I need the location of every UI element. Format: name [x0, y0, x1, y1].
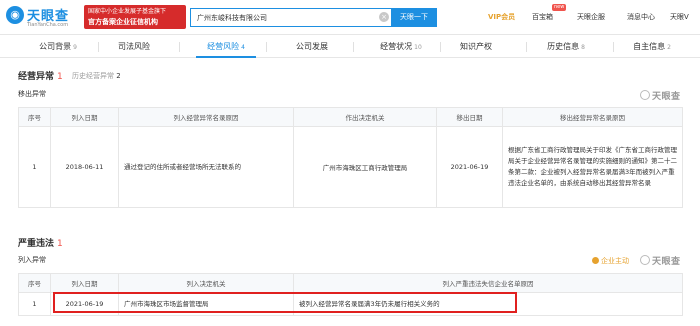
row-number: 1 — [18, 126, 51, 208]
banner-line-1: 国家中小企业发展子基金旗下 — [88, 8, 167, 15]
abnormal-table: 序号 列入日期 列入经营异常名录原因 作出决定机关 移出日期 移出经营异常名录原… — [18, 107, 683, 208]
tab-divider — [526, 42, 527, 52]
tab-label: 公司发展 — [296, 42, 328, 51]
tab-label: 历史信息 — [547, 42, 580, 51]
watermark-eye-icon — [640, 90, 650, 100]
row-number: 1 — [18, 292, 51, 316]
tab-company-background[interactable]: 公司背景 9 — [28, 36, 88, 58]
nav-user[interactable]: 天眼V — [670, 12, 689, 22]
tab-judicial-risk[interactable]: 司法风险 — [108, 36, 160, 58]
authority: 广州市海珠区工商行政管理局 — [293, 126, 437, 208]
table-header-row: 序号 列入日期 列入经营异常名录原因 作出决定机关 移出日期 移出经营异常名录原… — [18, 107, 683, 127]
listed-abnormal-subtitle: 列入异常 — [18, 256, 46, 264]
section-count: 1 — [57, 72, 63, 82]
section-tabs: 公司背景 9 司法风险 经营风险 4 公司发展 经营状况 10 知识产权 历史信息 8 … — [0, 36, 700, 58]
coin-icon — [592, 257, 599, 264]
lead-button-label: 企业主动 — [601, 257, 629, 265]
column-header: 作出决定机关 — [293, 107, 437, 127]
column-header: 序号 — [18, 273, 51, 293]
new-badge: new — [552, 4, 567, 11]
history-link-label: 历史经营异常 — [72, 72, 114, 80]
section-count: 1 — [57, 239, 63, 249]
tab-label: 自主信息 — [633, 42, 666, 51]
tab-count: 8 — [581, 44, 585, 51]
column-header: 列入严重违法失信企业名单原因 — [293, 273, 683, 293]
column-header: 列入经营异常名录原因 — [118, 107, 294, 127]
site-logo[interactable]: ◉ 天眼查 TianYanCha.com — [6, 5, 84, 31]
certification-banner[interactable]: 国家中小企业发展子基金旗下 官方备案企业征信机构 — [84, 5, 186, 29]
watermark-text: 天眼查 — [652, 257, 681, 267]
history-link-count: 2 — [116, 72, 121, 80]
watermark-eye-icon — [640, 255, 650, 265]
tab-count: 4 — [241, 44, 245, 51]
history-abnormal-link[interactable]: 历史经营异常 2 — [72, 71, 121, 81]
table-row: 1 2018-06-11 通过登记的住所或者经营场所无法联系的 广州市海珠区工商… — [18, 126, 683, 208]
tab-divider — [613, 42, 614, 52]
watermark-text: 天眼查 — [652, 92, 681, 102]
column-header: 列入决定机关 — [118, 273, 294, 293]
tianyancha-watermark: 天眼查 — [640, 254, 681, 267]
top-header: ◉ 天眼查 TianYanCha.com 国家中小企业发展子基金旗下 官方备案企… — [0, 0, 700, 35]
section-title-text: 严重违法 — [18, 239, 55, 249]
serious-violation-title: 严重违法 1 — [18, 236, 63, 249]
search-box: × 天眼一下 — [190, 8, 437, 27]
tab-label: 知识产权 — [460, 42, 492, 51]
tab-count: 10 — [414, 44, 422, 51]
search-button[interactable]: 天眼一下 — [391, 8, 437, 27]
column-header: 列入日期 — [50, 273, 119, 293]
table-header-row: 序号 列入日期 列入决定机关 列入严重违法失信企业名单原因 — [18, 273, 683, 293]
nav-toolbox[interactable]: 百宝箱 — [532, 12, 553, 22]
tab-operating-status[interactable]: 经营状况 10 — [370, 36, 432, 58]
tab-divider — [266, 42, 267, 52]
tianyancha-watermark: 天眼查 — [640, 89, 681, 102]
date-in: 2018-06-11 — [50, 126, 119, 208]
date-out: 2021-06-19 — [436, 126, 503, 208]
tab-divider — [353, 42, 354, 52]
column-header: 移出日期 — [436, 107, 503, 127]
clear-icon[interactable]: × — [379, 12, 389, 22]
logo-eye-icon: ◉ — [6, 6, 24, 24]
logo-url: TianYanCha.com — [27, 22, 69, 28]
section-title-text: 经营异常 — [18, 72, 55, 82]
tab-divider — [440, 42, 441, 52]
column-header: 移出经营异常名录原因 — [502, 107, 683, 127]
tab-operating-risk[interactable]: 经营风险 4 — [196, 36, 256, 58]
tab-divider — [98, 42, 99, 52]
tab-intellectual-property[interactable]: 知识产权 — [450, 36, 502, 58]
removed-abnormal-subtitle: 移出异常 — [18, 90, 46, 98]
column-header: 序号 — [18, 107, 51, 127]
proactive-company-button[interactable]: 企业主动 — [592, 256, 629, 266]
tab-label: 司法风险 — [118, 42, 150, 51]
column-header: 列入日期 — [50, 107, 119, 127]
tab-divider — [179, 42, 180, 52]
search-input[interactable] — [191, 9, 389, 26]
reason-in: 通过登记的住所或者经营场所无法联系的 — [118, 126, 294, 208]
tab-label: 公司背景 — [39, 42, 72, 51]
tab-company-development[interactable]: 公司发展 — [286, 36, 338, 58]
reason-out: 根据广东省工商行政管理局关于印发《广东省工商行政管理局关于企业经营异常名录管理的… — [502, 126, 683, 208]
tab-self-info[interactable]: 自主信息 2 — [622, 36, 682, 58]
nav-vip[interactable]: VIP会员 — [488, 12, 515, 22]
nav-messages[interactable]: 消息中心 — [627, 12, 655, 22]
tab-count: 9 — [73, 44, 77, 51]
tab-history[interactable]: 历史信息 8 — [536, 36, 596, 58]
banner-line-2: 官方备案企业征信机构 — [88, 18, 158, 26]
tab-label: 经营风险 — [207, 42, 240, 51]
tab-count: 2 — [667, 44, 671, 51]
abnormal-section-title: 经营异常 1 — [18, 69, 63, 82]
tab-label: 经营状况 — [380, 42, 413, 51]
red-highlight-box — [53, 292, 517, 313]
nav-enterprise-service[interactable]: 天眼企服 — [577, 12, 605, 22]
